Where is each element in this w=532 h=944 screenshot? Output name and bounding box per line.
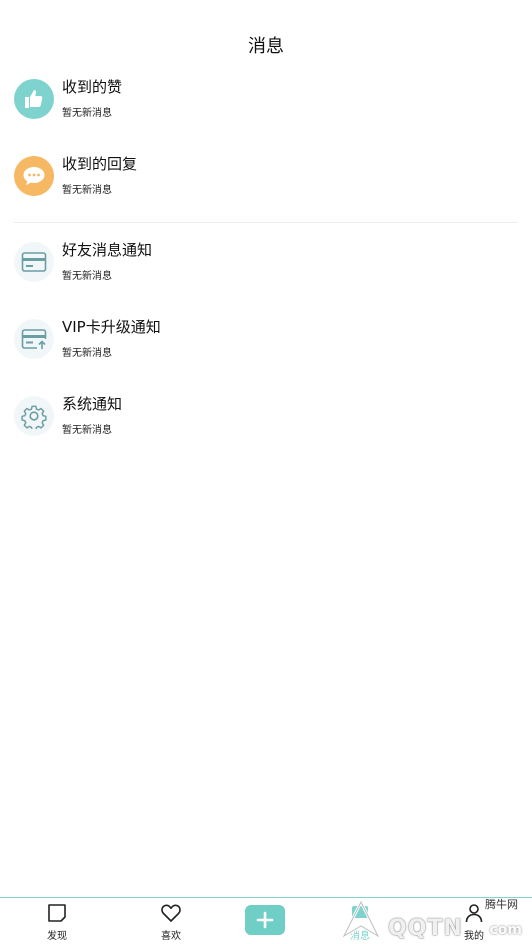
message-item-replies[interactable]: 收到的回复 暂无新消息 — [0, 145, 532, 209]
message-subtitle: 暂无新消息 — [62, 271, 112, 282]
message-title: 收到的赞 — [62, 78, 123, 96]
tab-likes[interactable]: 喜欢 — [131, 898, 211, 944]
tab-label: 消息 — [350, 931, 370, 942]
message-item-likes[interactable]: 收到的赞 暂无新消息 — [0, 68, 532, 132]
tab-me[interactable]: 我的 — [434, 898, 514, 944]
message-title: 收到的回复 — [62, 155, 138, 173]
tab-discover[interactable]: 发现 — [17, 898, 97, 944]
message-subtitle: 暂无新消息 — [62, 348, 112, 359]
message-item-system[interactable]: 系统通知 暂无新消息 — [0, 385, 532, 449]
person-icon — [463, 902, 485, 924]
tab-bar: 发现 喜欢 消息 我的 — [0, 897, 532, 944]
message-icon — [349, 902, 371, 924]
tab-label: 我的 — [464, 931, 484, 942]
message-title: 系统通知 — [62, 395, 123, 413]
chat-bubble-icon — [14, 156, 54, 196]
card-icon — [14, 242, 54, 282]
add-button[interactable] — [245, 905, 285, 935]
square-icon — [46, 902, 68, 924]
page-title: 消息 — [248, 36, 284, 57]
message-subtitle: 暂无新消息 — [62, 185, 112, 196]
message-item-vip-upgrade[interactable]: VIP卡升级通知 暂无新消息 — [0, 308, 532, 372]
divider — [14, 222, 518, 223]
message-subtitle: 暂无新消息 — [62, 425, 112, 436]
card-upgrade-icon — [14, 319, 54, 359]
gear-icon — [14, 396, 54, 436]
tab-label: 喜欢 — [161, 931, 181, 942]
heart-icon — [160, 902, 182, 924]
plus-icon — [256, 911, 274, 929]
message-title: VIP卡升级通知 — [62, 318, 161, 336]
tab-label: 发现 — [47, 931, 67, 942]
message-subtitle: 暂无新消息 — [62, 108, 112, 119]
message-item-friend-notice[interactable]: 好友消息通知 暂无新消息 — [0, 231, 532, 295]
thumbs-up-icon — [14, 79, 54, 119]
tab-messages[interactable]: 消息 — [320, 898, 400, 944]
message-title: 好友消息通知 — [62, 241, 153, 259]
